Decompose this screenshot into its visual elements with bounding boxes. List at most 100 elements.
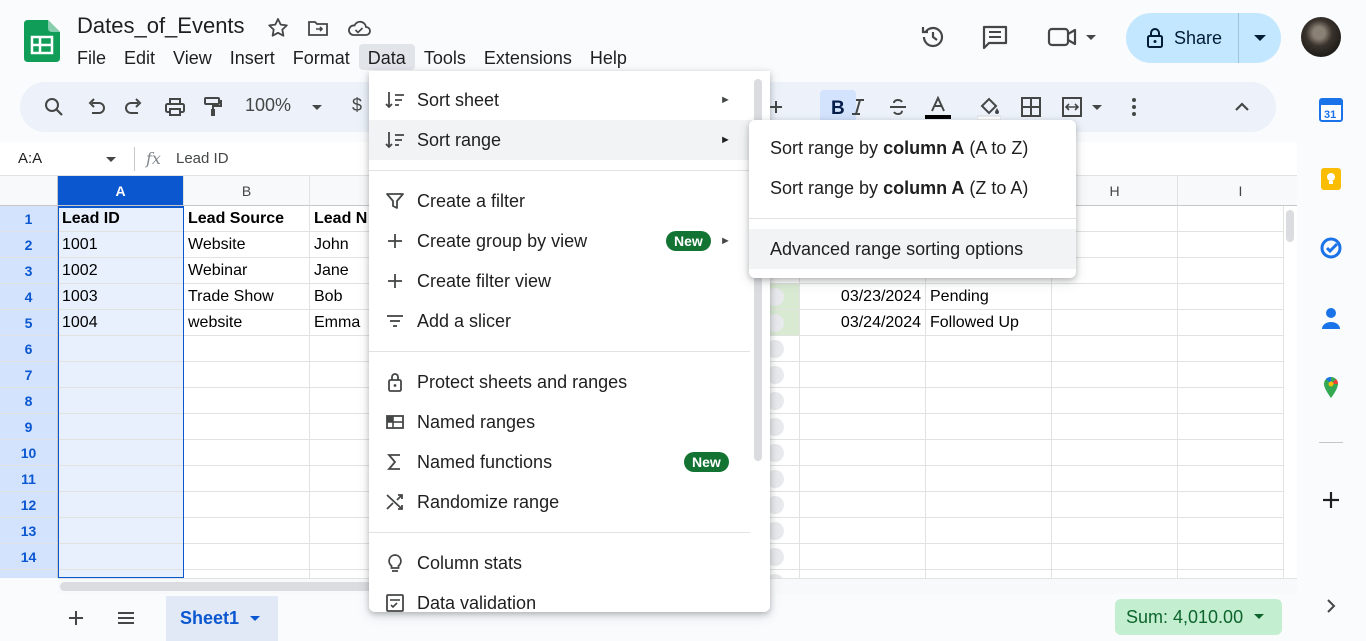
cell-h15[interactable] [1052,570,1178,578]
name-box[interactable]: A:A [18,150,42,167]
cell-f13[interactable] [800,518,926,544]
meet-video-icon[interactable] [1046,22,1102,52]
cell-a3[interactable]: 1002 [58,258,184,284]
cell-h14[interactable] [1052,544,1178,570]
strikethrough-icon[interactable] [886,95,910,119]
select-all-corner[interactable] [0,176,58,206]
vertical-scroll-thumb[interactable] [1286,210,1294,242]
menu-file[interactable]: File [68,44,115,70]
menu-help[interactable]: Help [581,44,636,70]
zoom-select[interactable]: 100% [245,95,291,116]
tasks-icon[interactable] [1319,236,1343,260]
menu-view[interactable]: View [164,44,221,70]
row-header-14[interactable]: 14 [0,544,58,570]
keep-icon[interactable] [1319,167,1343,191]
cell-g10[interactable] [926,440,1052,466]
cell-a4[interactable]: 1003 [58,284,184,310]
fill-color-icon[interactable] [977,95,1001,121]
sheet-tab-sheet1[interactable]: Sheet1 [166,596,278,641]
cell-a10[interactable] [58,440,184,466]
cell-b11[interactable] [184,466,310,492]
maps-icon[interactable] [1319,376,1343,400]
menu-item-data-validation[interactable]: Data validation [369,583,752,612]
cell-f9[interactable] [800,414,926,440]
menu-item-add-slicer[interactable]: Add a slicer [369,301,752,341]
currency-format-button[interactable]: $ [352,95,362,116]
paint-format-icon[interactable] [201,95,225,119]
cell-f5[interactable]: 03/24/2024 [800,310,926,336]
cell-f8[interactable] [800,388,926,414]
row-header-13[interactable]: 13 [0,518,58,544]
row-header-11[interactable]: 11 [0,466,58,492]
formula-input[interactable]: Lead ID [176,150,229,167]
cell-b2[interactable]: Website [184,232,310,258]
cell-a5[interactable]: 1004 [58,310,184,336]
cell-a11[interactable] [58,466,184,492]
cell-h6[interactable] [1052,336,1178,362]
submenu-item-sort-z-to-a[interactable]: Sort range by column A (Z to A) [749,168,1076,208]
menu-item-protect-sheets[interactable]: Protect sheets and ranges [369,362,752,402]
print-icon[interactable] [163,95,187,119]
cell-g5[interactable]: Followed Up [926,310,1052,336]
cell-b8[interactable] [184,388,310,414]
cell-b7[interactable] [184,362,310,388]
cell-i11[interactable] [1178,466,1297,492]
row-header-12[interactable]: 12 [0,492,58,518]
menu-data[interactable]: Data [358,44,415,70]
row-header-6[interactable]: 6 [0,336,58,362]
column-header-i[interactable]: I [1178,176,1297,206]
cell-i14[interactable] [1178,544,1297,570]
undo-icon[interactable] [84,95,108,119]
cell-b1[interactable]: Lead Source [184,206,310,232]
cell-i4[interactable] [1178,284,1297,310]
cell-g4[interactable]: Pending [926,284,1052,310]
menu-item-named-functions[interactable]: Named functions New [369,442,752,482]
cell-i12[interactable] [1178,492,1297,518]
cell-i10[interactable] [1178,440,1297,466]
version-history-icon[interactable] [918,22,948,52]
collapse-toolbar-icon[interactable] [1230,95,1254,119]
add-sheet-icon[interactable] [64,606,88,630]
row-header-3[interactable]: 3 [0,258,58,284]
cell-a2[interactable]: 1001 [58,232,184,258]
column-header-a[interactable]: A [58,176,184,206]
menu-item-create-filter-view[interactable]: Create filter view [369,261,752,301]
menu-item-create-group-by-view[interactable]: Create group by view New ► [369,221,752,261]
cell-f6[interactable] [800,336,926,362]
cell-a13[interactable] [58,518,184,544]
cell-a8[interactable] [58,388,184,414]
menu-item-column-stats[interactable]: Column stats [369,543,752,583]
cell-f7[interactable] [800,362,926,388]
contacts-icon[interactable] [1319,306,1343,330]
menu-item-sort-range[interactable]: Sort range ► [369,120,752,160]
comments-icon[interactable] [980,22,1010,52]
menu-extensions[interactable]: Extensions [475,44,581,70]
redo-icon[interactable] [122,95,146,119]
text-color-icon[interactable] [925,95,951,119]
sheets-logo-icon[interactable] [24,20,60,62]
share-button[interactable]: Share [1126,13,1281,63]
cell-h5[interactable] [1052,310,1178,336]
cell-a7[interactable] [58,362,184,388]
cell-a12[interactable] [58,492,184,518]
cell-h9[interactable] [1052,414,1178,440]
cell-i1[interactable] [1178,206,1297,232]
cell-a15[interactable] [58,570,184,578]
cell-g14[interactable] [926,544,1052,570]
cell-f10[interactable] [800,440,926,466]
row-header-15[interactable]: 15 [0,570,58,578]
all-sheets-icon[interactable] [114,606,138,630]
cell-h7[interactable] [1052,362,1178,388]
menu-item-randomize-range[interactable]: Randomize range [369,482,752,522]
menu-format[interactable]: Format [284,44,359,70]
account-avatar[interactable] [1301,17,1341,57]
cell-i13[interactable] [1178,518,1297,544]
column-header-b[interactable]: B [184,176,310,206]
cell-g9[interactable] [926,414,1052,440]
cell-h10[interactable] [1052,440,1178,466]
italic-icon[interactable] [846,95,870,119]
cell-b9[interactable] [184,414,310,440]
name-box-dropdown-icon[interactable] [104,152,118,166]
star-icon[interactable] [266,16,290,40]
cell-h11[interactable] [1052,466,1178,492]
